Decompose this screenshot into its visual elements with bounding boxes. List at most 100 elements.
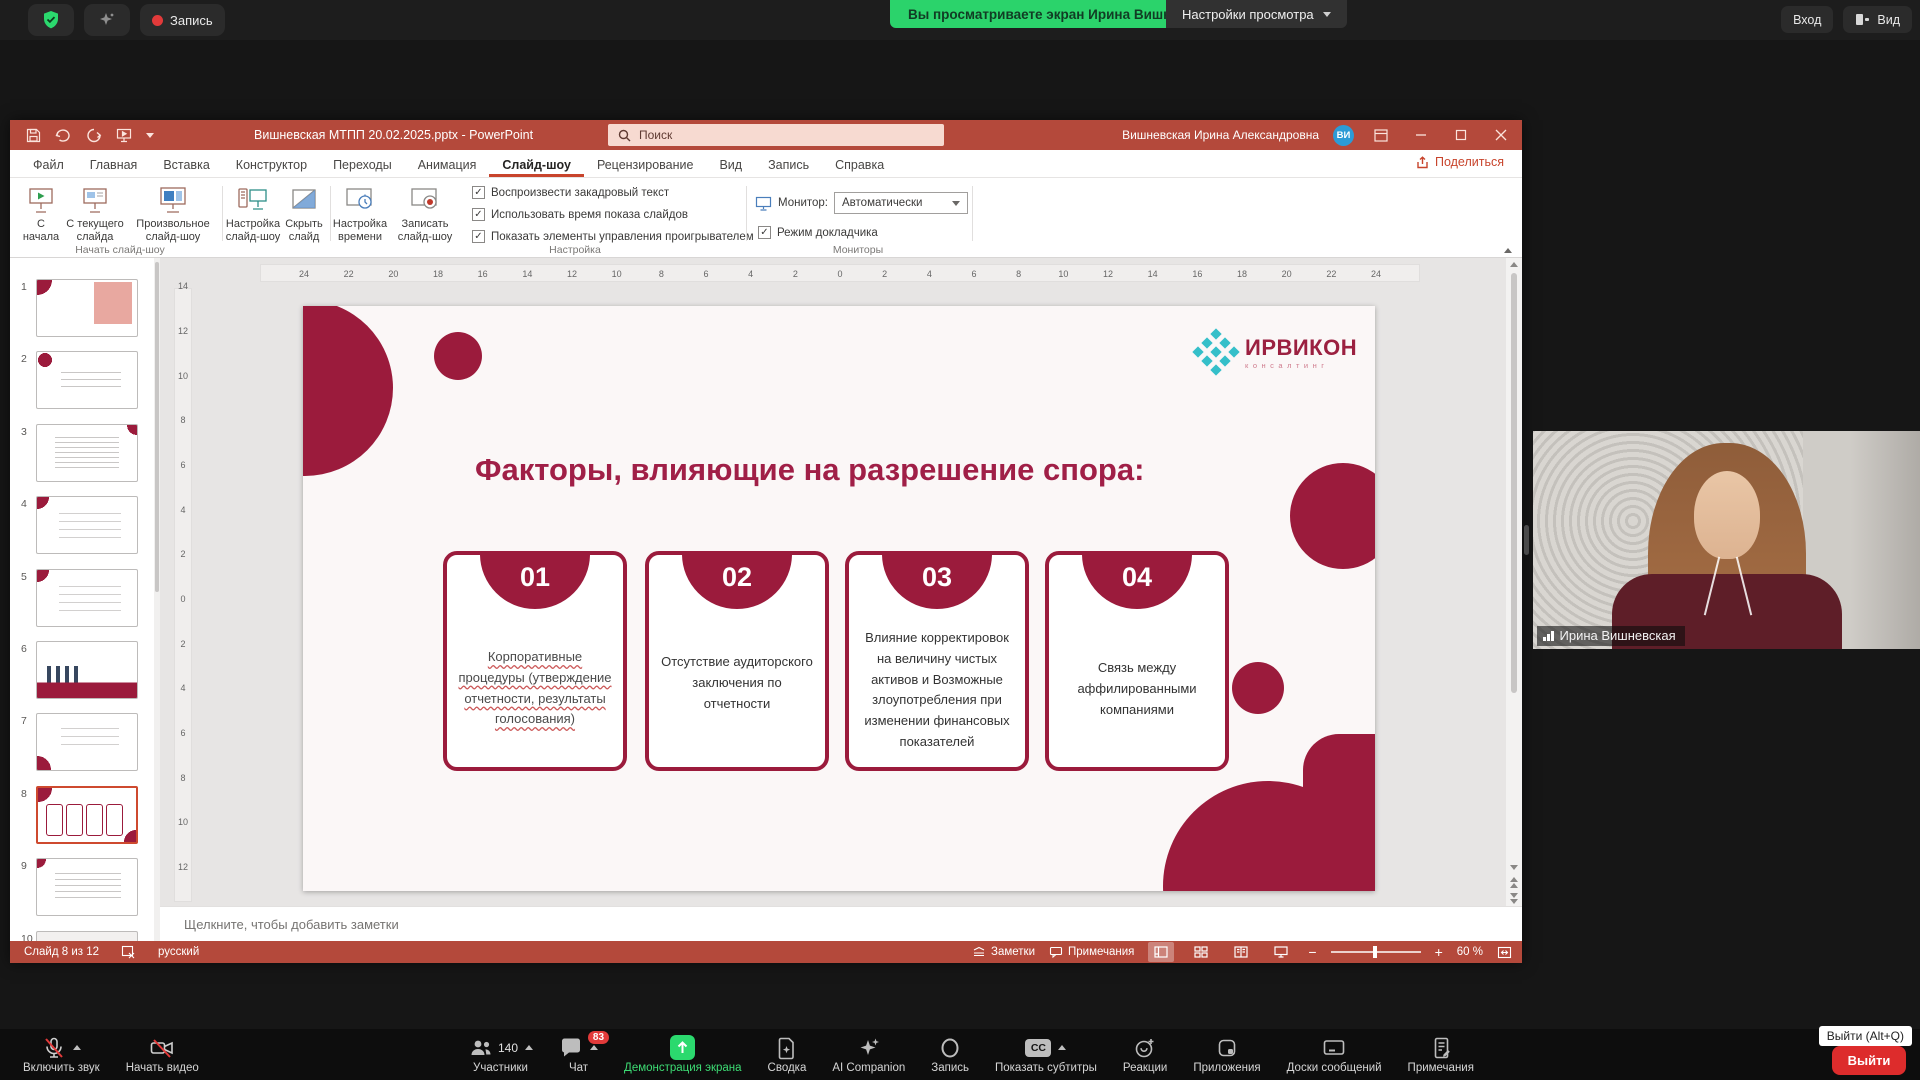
- hide-slide-button[interactable]: Скрыть слайд: [282, 183, 326, 245]
- toolbar-captions-button[interactable]: CCПоказать субтитры: [982, 1032, 1110, 1074]
- tab-конструктор[interactable]: Конструктор: [223, 150, 320, 177]
- slide-thumbnail-4[interactable]: [36, 496, 138, 554]
- qat-customize-icon[interactable]: [146, 133, 154, 138]
- zoom-level[interactable]: 60 %: [1457, 946, 1483, 958]
- record-slideshow-button[interactable]: Записать слайд-шоу: [390, 183, 460, 245]
- leave-button[interactable]: Выйти: [1832, 1046, 1906, 1075]
- undo-icon[interactable]: [55, 128, 72, 143]
- toolbar-ai-companion-button[interactable]: AI Companion: [819, 1032, 918, 1074]
- toolbar-record-button[interactable]: Запись: [918, 1032, 982, 1074]
- view-options-button[interactable]: Настройки просмотра: [1166, 0, 1347, 28]
- toolbar-reactions-button[interactable]: Реакции: [1110, 1032, 1180, 1074]
- rehearse-timings-button[interactable]: Настройка времени: [332, 183, 388, 245]
- next-slide-button[interactable]: [1510, 890, 1518, 906]
- account-avatar[interactable]: ВИ: [1333, 125, 1354, 146]
- toolbar-whiteboards-button[interactable]: Доски сообщений: [1274, 1032, 1395, 1074]
- previous-slide-button[interactable]: [1510, 874, 1518, 890]
- toolbar-annotations-button[interactable]: Примечания: [1395, 1032, 1487, 1074]
- slide-thumbnail-2[interactable]: [36, 351, 138, 409]
- close-icon[interactable]: [1488, 124, 1514, 146]
- toolbar-chat-button[interactable]: Чат83: [546, 1032, 611, 1074]
- save-icon[interactable]: [26, 128, 41, 143]
- tab-слайд-шоу[interactable]: Слайд-шоу: [489, 150, 584, 177]
- toolbar-video-button[interactable]: Начать видео: [113, 1032, 212, 1074]
- slide-thumbnail-6[interactable]: [36, 641, 138, 699]
- redo-icon[interactable]: [86, 128, 102, 143]
- tab-главная[interactable]: Главная: [77, 150, 151, 177]
- zoom-slider[interactable]: [1331, 951, 1421, 953]
- notes-toggle[interactable]: Заметки: [972, 946, 1035, 958]
- chevron-up-icon[interactable]: [73, 1045, 81, 1050]
- slide-title: Факторы, влияющие на разрешение спора:: [475, 452, 1144, 488]
- vertical-scrollbar[interactable]: [1506, 258, 1522, 906]
- factor-card-01[interactable]: 01Корпоративные процедуры (утверждение о…: [443, 551, 627, 771]
- tab-переходы[interactable]: Переходы: [320, 150, 405, 177]
- toolbar-share-screen-button[interactable]: Демонстрация экрана: [611, 1032, 755, 1074]
- ppt-share-button[interactable]: Поделиться: [1416, 155, 1504, 169]
- slide-thumbnail-8[interactable]: [36, 786, 138, 844]
- ribbon-checkbox-1[interactable]: ✓Использовать время показа слайдов: [472, 208, 688, 221]
- minimize-icon[interactable]: [1408, 124, 1434, 146]
- start-slideshow-icon[interactable]: [116, 128, 132, 143]
- ribbon-checkbox-2[interactable]: ✓Показать элементы управления проигрыват…: [472, 230, 754, 243]
- toolbar-mute-button[interactable]: Включить звук: [10, 1032, 113, 1074]
- maximize-icon[interactable]: [1448, 124, 1474, 146]
- toolbar-summary-button[interactable]: Сводка: [755, 1032, 820, 1074]
- recording-indicator[interactable]: Запись: [140, 4, 225, 36]
- account-name[interactable]: Вишневская Ирина Александровна: [1122, 128, 1319, 142]
- view-mode-button[interactable]: Вид: [1843, 6, 1912, 33]
- security-shield-button[interactable]: [28, 4, 74, 36]
- ruler-number: 10: [175, 371, 191, 381]
- zoom-in-button[interactable]: +: [1435, 944, 1443, 960]
- language-indicator[interactable]: русский: [158, 946, 199, 958]
- tab-file[interactable]: Файл: [20, 150, 77, 177]
- slide-sorter-view-button[interactable]: [1188, 942, 1214, 962]
- toolbar-label: Запись: [931, 1062, 969, 1074]
- monitor-select[interactable]: Автоматически: [834, 192, 968, 214]
- slide-thumbnail-1[interactable]: [36, 279, 138, 337]
- slide-thumbnail-3[interactable]: [36, 424, 138, 482]
- factor-card-02[interactable]: 02Отсутствие аудиторского заключения по …: [645, 551, 829, 771]
- accessibility-icon[interactable]: [121, 945, 136, 959]
- comments-toggle[interactable]: Примечания: [1049, 946, 1134, 958]
- factor-card-04[interactable]: 04Связь между аффилированными компаниями: [1045, 551, 1229, 771]
- reading-view-button[interactable]: [1228, 942, 1254, 962]
- notes-pane[interactable]: Щелкните, чтобы добавить заметки: [160, 906, 1522, 941]
- ribbon-display-options-icon[interactable]: [1368, 124, 1394, 146]
- tab-вставка[interactable]: Вставка: [150, 150, 222, 177]
- normal-view-button[interactable]: [1148, 942, 1174, 962]
- collapse-ribbon-icon[interactable]: [1504, 248, 1512, 253]
- toolbar-apps-button[interactable]: Приложения: [1180, 1032, 1273, 1074]
- sign-in-button[interactable]: Вход: [1781, 6, 1833, 33]
- setup-slideshow-button[interactable]: Настройка слайд-шоу: [224, 183, 282, 245]
- from-beginning-button[interactable]: С начала: [18, 183, 64, 245]
- zoom-out-button[interactable]: −: [1308, 944, 1316, 960]
- toolbar-participants-button[interactable]: 140Участники: [455, 1032, 546, 1074]
- search-box[interactable]: Поиск: [608, 124, 944, 146]
- slide-canvas[interactable]: ИРВИКОН консалтинг Факторы, влияющие на …: [303, 306, 1375, 891]
- slideshow-view-button[interactable]: [1268, 942, 1294, 962]
- ai-sparkle-button[interactable]: [84, 4, 130, 36]
- slide-thumbnail-9[interactable]: [36, 858, 138, 916]
- slide-thumbnail-5[interactable]: [36, 569, 138, 627]
- slide-thumbnail-7[interactable]: [36, 713, 138, 771]
- chevron-up-icon[interactable]: [525, 1045, 533, 1050]
- custom-slideshow-button[interactable]: Произвольное слайд-шоу: [128, 183, 218, 245]
- tab-справка[interactable]: Справка: [822, 150, 897, 177]
- fit-to-window-icon[interactable]: [1497, 946, 1512, 959]
- from-current-slide-button[interactable]: С текущего слайда: [64, 183, 126, 245]
- tab-вид[interactable]: Вид: [706, 150, 755, 177]
- chevron-up-icon[interactable]: [1058, 1045, 1066, 1050]
- webcam-resize-handle[interactable]: [1524, 525, 1529, 555]
- chevron-up-icon[interactable]: [590, 1045, 598, 1050]
- presenter-mode-checkbox[interactable]: ✓ Режим докладчика: [758, 226, 878, 239]
- scroll-down-icon[interactable]: [1510, 865, 1518, 870]
- ribbon-checkbox-0[interactable]: ✓Воспроизвести закадровый текст: [472, 186, 669, 199]
- scroll-up-icon[interactable]: [1510, 262, 1518, 267]
- tab-рецензирование[interactable]: Рецензирование: [584, 150, 707, 177]
- tab-запись[interactable]: Запись: [755, 150, 822, 177]
- webcam-video[interactable]: Ирина Вишневская: [1533, 431, 1920, 649]
- tab-анимация[interactable]: Анимация: [405, 150, 490, 177]
- slide-thumbnail-10[interactable]: [36, 931, 138, 941]
- factor-card-03[interactable]: 03Влияние корректировок на величину чист…: [845, 551, 1029, 771]
